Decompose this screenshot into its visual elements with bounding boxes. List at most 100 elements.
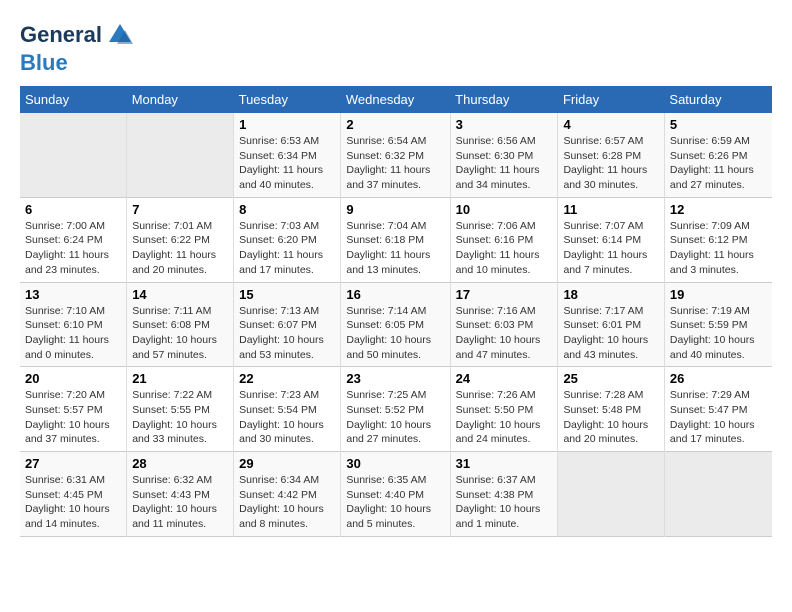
page-header: General Blue	[20, 20, 772, 76]
calendar-cell: 5 Sunrise: 6:59 AM Sunset: 6:26 PM Daylig…	[664, 113, 772, 197]
calendar-week-5: 27 Sunrise: 6:31 AM Sunset: 4:45 PM Dayli…	[20, 452, 772, 537]
day-number: 11	[563, 202, 658, 217]
day-number: 10	[456, 202, 553, 217]
day-info: Sunrise: 7:28 AM Sunset: 5:48 PM Dayligh…	[563, 388, 658, 447]
calendar-cell: 20 Sunrise: 7:20 AM Sunset: 5:57 PM Dayli…	[20, 367, 127, 452]
day-number: 8	[239, 202, 335, 217]
day-number: 21	[132, 371, 228, 386]
day-info: Sunrise: 7:00 AM Sunset: 6:24 PM Dayligh…	[25, 219, 121, 278]
calendar-cell: 8 Sunrise: 7:03 AM Sunset: 6:20 PM Daylig…	[234, 197, 341, 282]
day-info: Sunrise: 7:10 AM Sunset: 6:10 PM Dayligh…	[25, 304, 121, 363]
weekday-header-thursday: Thursday	[450, 86, 558, 113]
calendar-cell: 21 Sunrise: 7:22 AM Sunset: 5:55 PM Dayli…	[127, 367, 234, 452]
day-number: 18	[563, 287, 658, 302]
day-info: Sunrise: 7:07 AM Sunset: 6:14 PM Dayligh…	[563, 219, 658, 278]
day-number: 3	[456, 117, 553, 132]
day-number: 6	[25, 202, 121, 217]
calendar-cell: 30 Sunrise: 6:35 AM Sunset: 4:40 PM Dayli…	[341, 452, 450, 537]
logo-blue: Blue	[20, 50, 135, 76]
day-info: Sunrise: 7:26 AM Sunset: 5:50 PM Dayligh…	[456, 388, 553, 447]
day-info: Sunrise: 6:34 AM Sunset: 4:42 PM Dayligh…	[239, 473, 335, 532]
logo: General Blue	[20, 20, 135, 76]
day-number: 13	[25, 287, 121, 302]
calendar-cell: 2 Sunrise: 6:54 AM Sunset: 6:32 PM Daylig…	[341, 113, 450, 197]
calendar-cell	[127, 113, 234, 197]
day-number: 1	[239, 117, 335, 132]
day-info: Sunrise: 6:56 AM Sunset: 6:30 PM Dayligh…	[456, 134, 553, 193]
calendar-cell: 19Sunrise: 7:19 AM Sunset: 5:59 PM Dayli…	[664, 282, 772, 367]
day-info: Sunrise: 7:03 AM Sunset: 6:20 PM Dayligh…	[239, 219, 335, 278]
calendar-cell: 4 Sunrise: 6:57 AM Sunset: 6:28 PM Daylig…	[558, 113, 664, 197]
calendar-cell: 1 Sunrise: 6:53 AM Sunset: 6:34 PM Daylig…	[234, 113, 341, 197]
calendar-cell: 24 Sunrise: 7:26 AM Sunset: 5:50 PM Dayli…	[450, 367, 558, 452]
day-number: 9	[346, 202, 444, 217]
calendar-cell: 13 Sunrise: 7:10 AM Sunset: 6:10 PM Dayli…	[20, 282, 127, 367]
day-info: Sunrise: 7:29 AM Sunset: 5:47 PM Dayligh…	[670, 388, 767, 447]
calendar-cell	[664, 452, 772, 537]
day-info: Sunrise: 7:11 AM Sunset: 6:08 PM Dayligh…	[132, 304, 228, 363]
day-number: 30	[346, 456, 444, 471]
day-number: 31	[456, 456, 553, 471]
day-number: 7	[132, 202, 228, 217]
day-number: 15	[239, 287, 335, 302]
day-number: 22	[239, 371, 335, 386]
calendar-table: SundayMondayTuesdayWednesdayThursdayFrid…	[20, 86, 772, 537]
logo-general: General	[20, 23, 102, 47]
calendar-cell: 11 Sunrise: 7:07 AM Sunset: 6:14 PM Dayli…	[558, 197, 664, 282]
calendar-cell: 18Sunrise: 7:17 AM Sunset: 6:01 PM Dayli…	[558, 282, 664, 367]
calendar-cell: 31 Sunrise: 6:37 AM Sunset: 4:38 PM Dayli…	[450, 452, 558, 537]
day-info: Sunrise: 7:20 AM Sunset: 5:57 PM Dayligh…	[25, 388, 121, 447]
day-number: 4	[563, 117, 658, 132]
calendar-cell: 29 Sunrise: 6:34 AM Sunset: 4:42 PM Dayli…	[234, 452, 341, 537]
calendar-cell: 3 Sunrise: 6:56 AM Sunset: 6:30 PM Daylig…	[450, 113, 558, 197]
weekday-header-tuesday: Tuesday	[234, 86, 341, 113]
day-number: 12	[670, 202, 767, 217]
day-number: 27	[25, 456, 121, 471]
calendar-cell: 25 Sunrise: 7:28 AM Sunset: 5:48 PM Dayli…	[558, 367, 664, 452]
day-info: Sunrise: 6:37 AM Sunset: 4:38 PM Dayligh…	[456, 473, 553, 532]
calendar-cell: 9Sunrise: 7:04 AM Sunset: 6:18 PM Daylig…	[341, 197, 450, 282]
calendar-cell	[20, 113, 127, 197]
calendar-cell: 27 Sunrise: 6:31 AM Sunset: 4:45 PM Dayli…	[20, 452, 127, 537]
day-info: Sunrise: 6:53 AM Sunset: 6:34 PM Dayligh…	[239, 134, 335, 193]
calendar-week-3: 13 Sunrise: 7:10 AM Sunset: 6:10 PM Dayli…	[20, 282, 772, 367]
day-info: Sunrise: 6:59 AM Sunset: 6:26 PM Dayligh…	[670, 134, 767, 193]
calendar-cell: 16 Sunrise: 7:14 AM Sunset: 6:05 PM Dayli…	[341, 282, 450, 367]
day-number: 16	[346, 287, 444, 302]
calendar-cell: 23Sunrise: 7:25 AM Sunset: 5:52 PM Dayli…	[341, 367, 450, 452]
calendar-cell: 14 Sunrise: 7:11 AM Sunset: 6:08 PM Dayli…	[127, 282, 234, 367]
day-number: 24	[456, 371, 553, 386]
day-number: 19	[670, 287, 767, 302]
day-info: Sunrise: 7:25 AM Sunset: 5:52 PM Dayligh…	[346, 388, 444, 447]
day-info: Sunrise: 7:23 AM Sunset: 5:54 PM Dayligh…	[239, 388, 335, 447]
day-info: Sunrise: 6:35 AM Sunset: 4:40 PM Dayligh…	[346, 473, 444, 532]
day-number: 20	[25, 371, 121, 386]
day-number: 25	[563, 371, 658, 386]
day-number: 28	[132, 456, 228, 471]
calendar-cell: 15 Sunrise: 7:13 AM Sunset: 6:07 PM Dayli…	[234, 282, 341, 367]
day-info: Sunrise: 6:31 AM Sunset: 4:45 PM Dayligh…	[25, 473, 121, 532]
weekday-header-monday: Monday	[127, 86, 234, 113]
day-info: Sunrise: 7:16 AM Sunset: 6:03 PM Dayligh…	[456, 304, 553, 363]
day-info: Sunrise: 7:01 AM Sunset: 6:22 PM Dayligh…	[132, 219, 228, 278]
logo-icon	[105, 20, 135, 50]
weekday-header-wednesday: Wednesday	[341, 86, 450, 113]
day-info: Sunrise: 7:14 AM Sunset: 6:05 PM Dayligh…	[346, 304, 444, 363]
calendar-cell: 7 Sunrise: 7:01 AM Sunset: 6:22 PM Daylig…	[127, 197, 234, 282]
day-info: Sunrise: 7:22 AM Sunset: 5:55 PM Dayligh…	[132, 388, 228, 447]
day-info: Sunrise: 6:54 AM Sunset: 6:32 PM Dayligh…	[346, 134, 444, 193]
calendar-cell: 17 Sunrise: 7:16 AM Sunset: 6:03 PM Dayli…	[450, 282, 558, 367]
day-info: Sunrise: 6:57 AM Sunset: 6:28 PM Dayligh…	[563, 134, 658, 193]
calendar-cell: 12 Sunrise: 7:09 AM Sunset: 6:12 PM Dayli…	[664, 197, 772, 282]
day-number: 2	[346, 117, 444, 132]
day-number: 14	[132, 287, 228, 302]
calendar-cell: 28Sunrise: 6:32 AM Sunset: 4:43 PM Dayli…	[127, 452, 234, 537]
day-info: Sunrise: 7:09 AM Sunset: 6:12 PM Dayligh…	[670, 219, 767, 278]
calendar-cell	[558, 452, 664, 537]
calendar-week-4: 20 Sunrise: 7:20 AM Sunset: 5:57 PM Dayli…	[20, 367, 772, 452]
day-number: 29	[239, 456, 335, 471]
day-number: 17	[456, 287, 553, 302]
day-info: Sunrise: 7:13 AM Sunset: 6:07 PM Dayligh…	[239, 304, 335, 363]
weekday-header-sunday: Sunday	[20, 86, 127, 113]
day-number: 5	[670, 117, 767, 132]
